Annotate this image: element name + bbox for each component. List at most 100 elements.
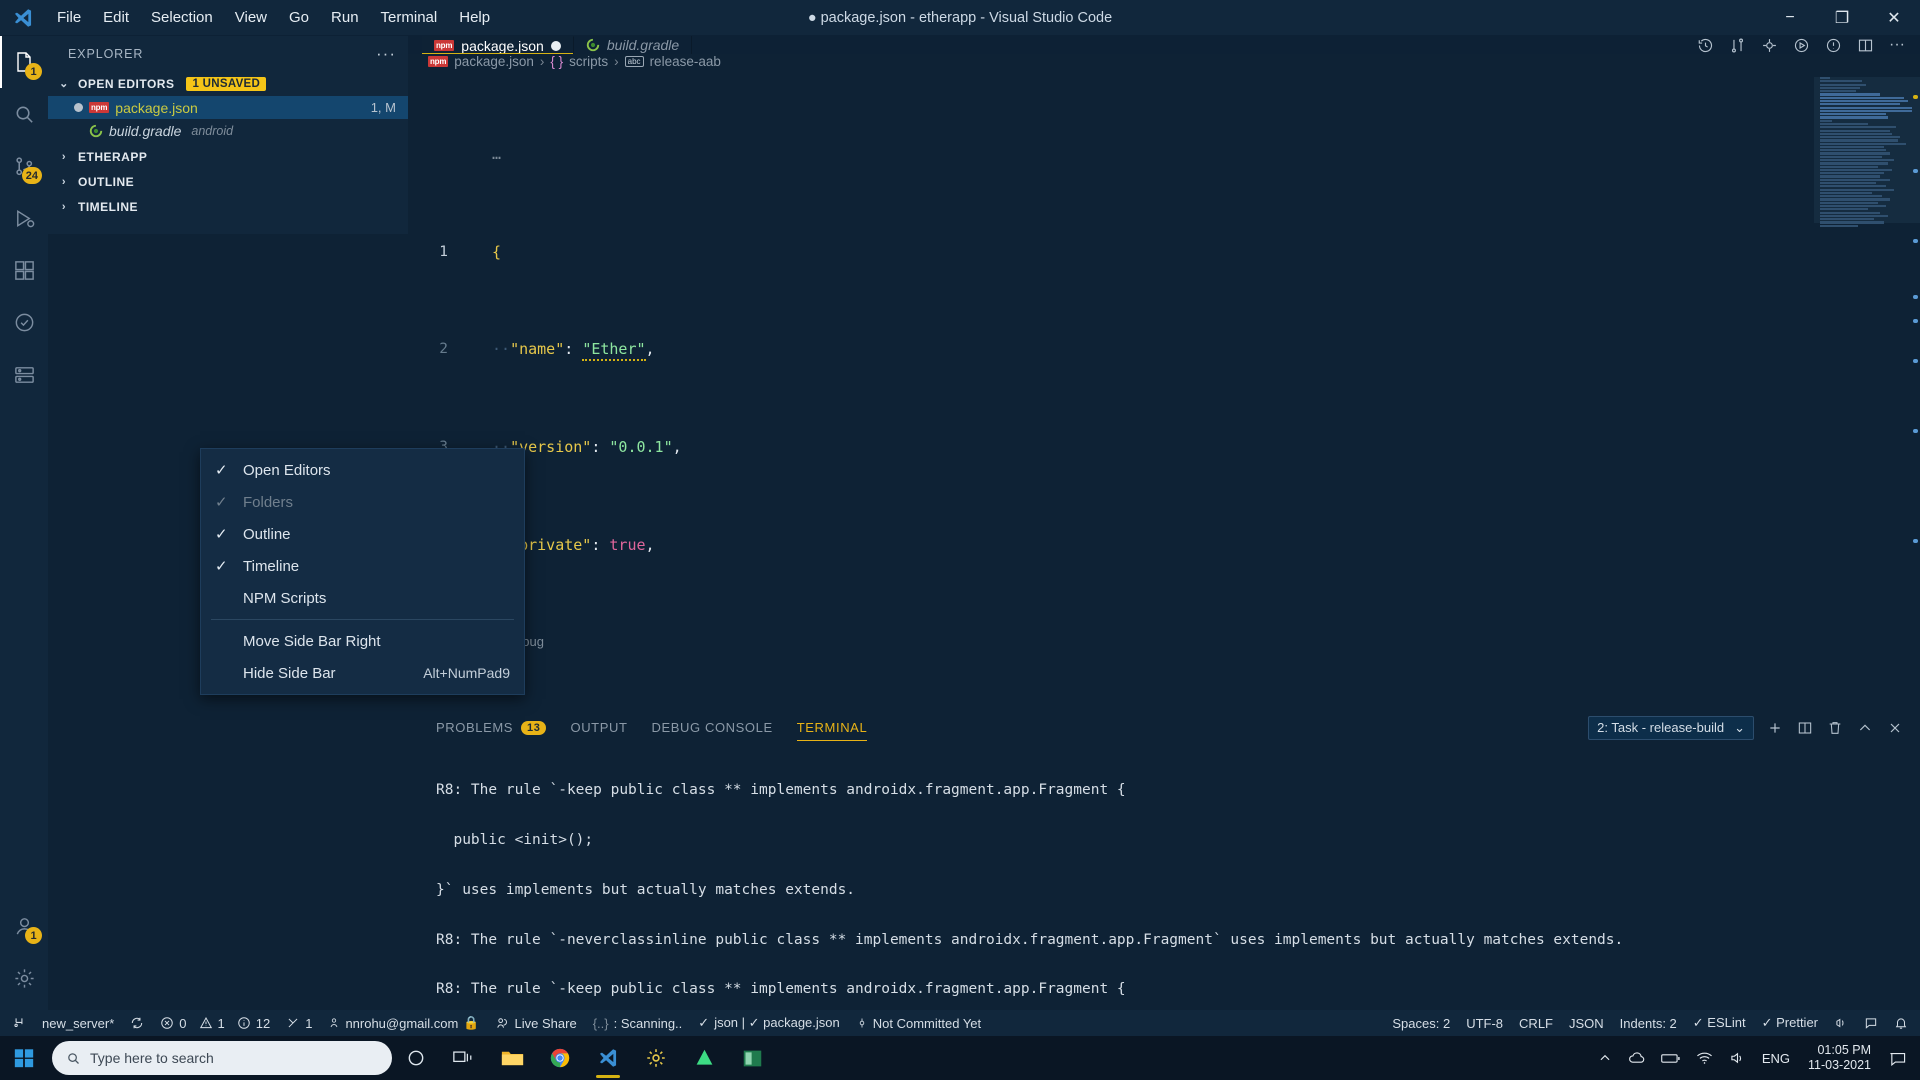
breadcrumb-symbol-scripts[interactable]: scripts: [569, 54, 608, 69]
status-broadcast-icon[interactable]: [1826, 1010, 1856, 1036]
menu-bar[interactable]: File Edit Selection View Go Run Terminal…: [46, 0, 501, 36]
file-explorer-icon[interactable]: [488, 1036, 536, 1080]
terminal-icon[interactable]: [728, 1036, 776, 1080]
activity-remote-explorer-icon[interactable]: [0, 348, 48, 400]
status-eol[interactable]: CRLF: [1511, 1010, 1561, 1036]
status-language-mode[interactable]: JSON: [1561, 1010, 1612, 1036]
menu-file[interactable]: File: [46, 0, 92, 36]
panel-tab-output[interactable]: OUTPUT: [570, 710, 627, 745]
taskbar-clock[interactable]: 01:05 PM 11-03-2021: [1798, 1043, 1881, 1073]
ctx-outline[interactable]: ✓ Outline: [201, 518, 524, 550]
activity-accounts-icon[interactable]: 1: [0, 900, 48, 952]
menu-edit[interactable]: Edit: [92, 0, 140, 36]
chevron-up-icon[interactable]: [1590, 1036, 1620, 1080]
explorer-context-menu[interactable]: ✓ Open Editors ✓ Folders ✓ Outline ✓ Tim…: [200, 448, 525, 695]
activity-run-debug-icon[interactable]: [0, 192, 48, 244]
tab-build-gradle[interactable]: build.gradle: [573, 36, 693, 54]
close-panel-icon[interactable]: [1886, 719, 1904, 737]
ctx-npm-scripts[interactable]: NPM Scripts: [201, 582, 524, 614]
status-live-share[interactable]: Live Share: [488, 1010, 585, 1036]
cortana-icon[interactable]: [392, 1036, 440, 1080]
sidebar-more-actions-icon[interactable]: ···: [376, 44, 396, 64]
activity-explorer-icon[interactable]: 1: [0, 36, 48, 88]
menu-help[interactable]: Help: [448, 0, 501, 36]
status-indents[interactable]: Indents: 2: [1612, 1010, 1685, 1036]
status-encoding[interactable]: UTF-8: [1458, 1010, 1511, 1036]
language-indicator[interactable]: ENG: [1754, 1036, 1798, 1080]
tab-dirty-icon[interactable]: [550, 40, 561, 51]
menu-view[interactable]: View: [224, 0, 278, 36]
status-notifications-bell-icon[interactable]: [1886, 1010, 1916, 1036]
maximize-button[interactable]: ❐: [1816, 0, 1868, 36]
cloud-icon[interactable]: [1620, 1036, 1653, 1080]
notification-center-icon[interactable]: [1881, 1036, 1914, 1080]
panel-tab-terminal[interactable]: TERMINAL: [796, 710, 868, 745]
folded-indicator[interactable]: …: [492, 142, 1814, 166]
kill-terminal-icon[interactable]: [1826, 719, 1844, 737]
lock-icon[interactable]: 🔒: [463, 1015, 479, 1031]
activity-source-control-icon[interactable]: 24: [0, 140, 48, 192]
debug-alt-icon[interactable]: [1760, 36, 1778, 54]
activity-settings-gear-icon[interactable]: [0, 952, 48, 1004]
status-account[interactable]: nnrohu@gmail.com 🔒: [320, 1010, 487, 1036]
panel-tab-problems[interactable]: PROBLEMS 13: [436, 710, 547, 745]
status-remote-indicator[interactable]: [4, 1010, 34, 1036]
section-open-editors[interactable]: ⌄ OPEN EDITORS 1 UNSAVED: [48, 71, 408, 96]
close-button[interactable]: ✕: [1868, 0, 1920, 36]
task-view-icon[interactable]: [440, 1036, 488, 1080]
status-sync[interactable]: [122, 1010, 152, 1036]
status-eslint[interactable]: ✓ ESLint: [1685, 1010, 1754, 1036]
ctx-move-side-bar-right[interactable]: Move Side Bar Right: [201, 625, 524, 657]
activity-search-icon[interactable]: [0, 88, 48, 140]
status-scanning[interactable]: {..} : Scanning..: [585, 1010, 691, 1036]
vscode-icon[interactable]: [584, 1036, 632, 1080]
status-not-committed[interactable]: Not Committed Yet: [848, 1010, 989, 1036]
minimize-button[interactable]: −: [1764, 0, 1816, 36]
minimap[interactable]: [1814, 69, 1920, 710]
ctx-hide-side-bar[interactable]: Hide Side Bar Alt+NumPad9: [201, 657, 524, 689]
terminal-selector-dropdown[interactable]: 2: Task - release-build ⌄: [1588, 715, 1754, 740]
panel-tab-debug-console[interactable]: DEBUG CONSOLE: [652, 710, 773, 745]
status-indentation[interactable]: Spaces: 2: [1384, 1010, 1458, 1036]
add-terminal-icon[interactable]: [1766, 719, 1784, 737]
history-icon[interactable]: [1696, 36, 1714, 54]
breadcrumb-symbol-release-aab[interactable]: release-aab: [650, 54, 721, 69]
code-scroll-area[interactable]: … 1 { 2 ··"name": "Ether", "version": "0…: [408, 69, 1814, 710]
section-outline[interactable]: › OUTLINE: [48, 169, 408, 194]
menu-go[interactable]: Go: [278, 0, 320, 36]
chevron-down-icon[interactable]: ⌄: [1734, 720, 1745, 736]
battery-icon[interactable]: [1653, 1036, 1688, 1080]
status-ports[interactable]: 1: [278, 1010, 320, 1036]
status-branch[interactable]: new_server*: [34, 1010, 122, 1036]
section-etherapp[interactable]: › ETHERAPP: [48, 144, 408, 169]
chevron-up-icon[interactable]: [1856, 719, 1874, 737]
window-controls[interactable]: − ❐ ✕: [1764, 0, 1920, 36]
open-editor-build-gradle[interactable]: build.gradle android: [48, 119, 408, 142]
volume-icon[interactable]: [1721, 1036, 1754, 1080]
menu-selection[interactable]: Selection: [140, 0, 224, 36]
status-feedback-icon[interactable]: [1856, 1010, 1886, 1036]
terminal-output[interactable]: R8: The rule `-keep public class ** impl…: [408, 745, 1920, 1010]
ctx-timeline[interactable]: ✓ Timeline: [201, 550, 524, 582]
split-compare-icon[interactable]: [1728, 36, 1746, 54]
android-studio-icon[interactable]: [680, 1036, 728, 1080]
code-content[interactable]: … 1 { 2 ··"name": "Ether", "version": "0…: [408, 69, 1814, 710]
split-terminal-icon[interactable]: [1796, 719, 1814, 737]
section-timeline[interactable]: › TIMELINE: [48, 194, 408, 219]
code-editor[interactable]: … 1 { 2 ··"name": "Ether", "version": "0…: [408, 69, 1920, 710]
tab-package-json[interactable]: npm package.json: [422, 36, 574, 54]
wifi-icon[interactable]: [1688, 1036, 1721, 1080]
menu-run[interactable]: Run: [320, 0, 370, 36]
status-errors[interactable]: 0 1 12: [152, 1010, 278, 1036]
open-editor-package-json[interactable]: npm package.json 1, M: [48, 96, 408, 119]
status-prettier[interactable]: ✓ Prettier: [1754, 1010, 1826, 1036]
run-icon[interactable]: [1792, 36, 1810, 54]
activity-testing-icon[interactable]: [0, 296, 48, 348]
more-actions-icon[interactable]: ···: [1888, 36, 1906, 54]
status-json-validation[interactable]: ✓ json | ✓ package.json: [690, 1010, 847, 1036]
start-button-icon[interactable]: [0, 1036, 48, 1080]
taskbar-search-input[interactable]: Type here to search: [52, 1041, 392, 1075]
menu-terminal[interactable]: Terminal: [370, 0, 449, 36]
ctx-open-editors[interactable]: ✓ Open Editors: [201, 454, 524, 486]
breadcrumb-file[interactable]: package.json: [454, 54, 534, 69]
